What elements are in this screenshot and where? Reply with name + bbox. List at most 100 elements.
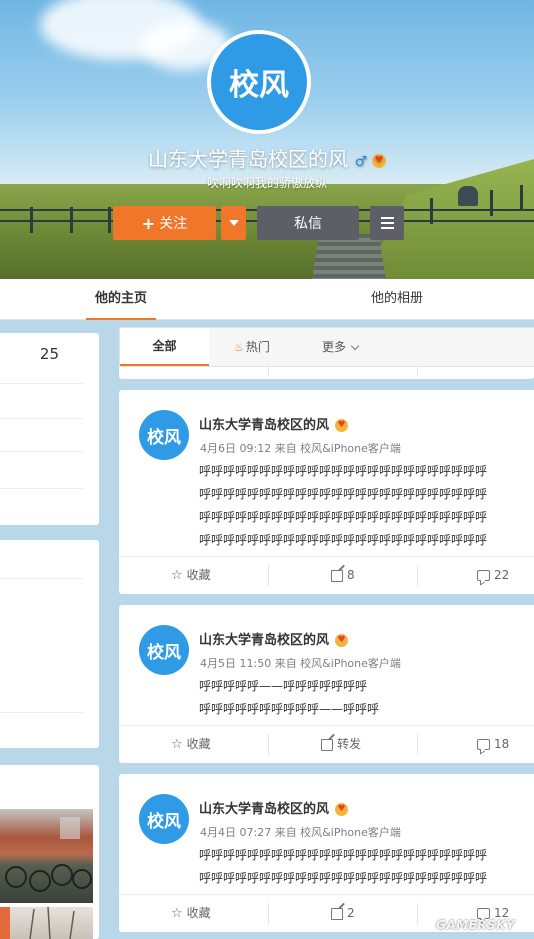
divider xyxy=(268,565,269,586)
repost-icon xyxy=(331,569,343,582)
post-text-line: 呼呼呼呼呼——呼呼呼呼呼呼呼 xyxy=(199,679,368,693)
fence-post xyxy=(430,198,433,224)
star-icon: ☆ xyxy=(171,568,183,583)
photo-thumbnail-bikes[interactable] xyxy=(0,809,93,903)
menu-line xyxy=(380,227,394,229)
info-card xyxy=(0,540,99,748)
chevron-down-icon xyxy=(350,341,360,351)
star-icon: ☆ xyxy=(171,737,183,752)
post-text-line: 呼呼呼呼呼呼呼呼呼呼呼呼呼呼呼呼呼呼呼呼呼呼呼呼 xyxy=(199,510,488,524)
post-card: 校风 山东大学青岛校区的风 ♥ 4月5日 11:50 来自 校风&iPhone客户… xyxy=(119,605,534,763)
favorite-label: 收藏 xyxy=(186,568,211,582)
male-icon: ♂ xyxy=(354,153,368,170)
post-text: 呼呼呼呼呼——呼呼呼呼呼呼呼 呼呼呼呼呼呼呼呼呼呼——呼呼呼 xyxy=(199,675,459,721)
stairs xyxy=(312,234,386,279)
repost-icon xyxy=(321,738,333,751)
profile-avatar[interactable]: 校风 xyxy=(207,30,311,134)
comment-count: 18 xyxy=(494,737,510,751)
follow-dropdown-button[interactable] xyxy=(221,206,246,240)
comment-icon xyxy=(477,739,490,750)
comment-button[interactable]: 18 xyxy=(477,726,509,763)
fence-post xyxy=(30,207,33,233)
feed-filter-bar: 全部 ♨ 热门 更多 xyxy=(119,327,534,367)
repost-button[interactable]: 2 xyxy=(331,895,355,932)
vip-emoji-icon: ♥ xyxy=(372,153,386,168)
post-card: 校风 山东大学青岛校区的风 ♥ 4月4日 07:27 来自 校风&iPhone客户… xyxy=(119,774,534,932)
favorite-label: 收藏 xyxy=(186,737,211,751)
repost-button[interactable]: 8 xyxy=(331,557,355,594)
vip-emoji-icon: ♥ xyxy=(335,419,349,432)
comment-icon xyxy=(477,570,490,581)
repost-icon xyxy=(331,907,343,920)
post-meta: 4月5日 11:50 来自 校风&iPhone客户端 xyxy=(200,657,401,670)
divider xyxy=(0,488,83,489)
follow-button[interactable]: + 关注 xyxy=(113,206,216,240)
post-actions: ☆ 收藏 转发 18 xyxy=(119,725,534,763)
menu-line xyxy=(380,222,394,224)
divider xyxy=(0,578,83,579)
profile-name-row: 山东大学青岛校区的风 ♂ ♥ xyxy=(0,143,534,172)
post-text-line: 呼呼呼呼呼呼呼呼呼呼呼呼呼呼呼呼呼呼呼呼呼呼呼呼 xyxy=(199,533,488,547)
vip-emoji-icon: ♥ xyxy=(335,803,349,816)
comment-count: 22 xyxy=(494,568,510,582)
comment-button[interactable]: 22 xyxy=(477,557,509,594)
post-author[interactable]: 山东大学青岛校区的风 ♥ xyxy=(199,629,349,648)
post-text: 呼呼呼呼呼呼呼呼呼呼呼呼呼呼呼呼呼呼呼呼呼呼呼呼 呼呼呼呼呼呼呼呼呼呼呼呼呼呼呼… xyxy=(199,844,488,890)
photo-card xyxy=(0,765,99,939)
fence-post xyxy=(70,207,73,233)
avatar-text: 校风 xyxy=(211,34,307,130)
profile-cover: 校风 山东大学青岛校区的风 ♂ ♥ 吹啊吹啊我的骄傲放纵 + 关注 私信 xyxy=(0,0,534,279)
divider xyxy=(417,734,418,755)
vip-emoji-icon: ♥ xyxy=(335,634,349,647)
message-label: 私信 xyxy=(294,216,322,232)
post-avatar[interactable]: 校风 xyxy=(139,410,189,460)
divider xyxy=(268,367,269,375)
post-text-line: 呼呼呼呼呼呼呼呼呼呼呼呼呼呼呼呼呼呼呼呼呼呼呼呼 xyxy=(199,464,488,478)
post-meta: 4月4日 07:27 来自 校风&iPhone客户端 xyxy=(200,826,401,839)
divider xyxy=(0,451,83,452)
tab-home[interactable]: 他的主页 xyxy=(86,279,156,320)
divider xyxy=(417,565,418,586)
post-author[interactable]: 山东大学青岛校区的风 ♥ xyxy=(199,414,349,433)
divider xyxy=(417,903,418,924)
repost-count: 8 xyxy=(347,568,355,582)
trees-icon xyxy=(0,907,75,939)
star-icon: ☆ xyxy=(171,906,183,921)
repost-count: 2 xyxy=(347,906,355,920)
favorite-button[interactable]: ☆ 收藏 xyxy=(171,557,211,594)
caret-down-icon xyxy=(228,220,239,226)
divider xyxy=(417,367,418,375)
watermark: GAMERSKY xyxy=(436,918,516,932)
photo-thumbnail-trees[interactable] xyxy=(0,907,93,939)
stat-count: 25 xyxy=(39,345,59,363)
fence-post xyxy=(490,190,493,216)
favorite-button[interactable]: ☆ 收藏 xyxy=(171,726,211,763)
tab-album[interactable]: 他的相册 xyxy=(360,279,434,320)
post-text-line: 呼呼呼呼呼呼呼呼呼呼呼呼呼呼呼呼呼呼呼呼呼呼呼呼 xyxy=(199,848,488,862)
post-meta: 4月6日 09:12 来自 校风&iPhone客户端 xyxy=(200,442,401,455)
filter-all[interactable]: 全部 xyxy=(120,328,209,366)
post-text-line: 呼呼呼呼呼呼呼呼呼呼呼呼呼呼呼呼呼呼呼呼呼呼呼呼 xyxy=(199,871,488,885)
profile-name: 山东大学青岛校区的风 xyxy=(148,147,348,171)
favorite-label: 收藏 xyxy=(186,906,211,920)
repost-button[interactable]: 转发 xyxy=(321,726,361,763)
post-actions: ☆ 收藏 8 22 xyxy=(119,556,534,594)
post-avatar[interactable]: 校风 xyxy=(139,625,189,675)
post-avatar[interactable]: 校风 xyxy=(139,794,189,844)
bikes-icon xyxy=(5,817,92,892)
post-text-line: 呼呼呼呼呼呼呼呼呼呼呼呼呼呼呼呼呼呼呼呼呼呼呼呼 xyxy=(199,487,488,501)
profile-tabbar: 他的主页 他的相册 xyxy=(0,279,534,320)
message-button[interactable]: 私信 xyxy=(257,206,359,240)
divider xyxy=(268,734,269,755)
post-author-name: 山东大学青岛校区的风 xyxy=(199,802,330,817)
favorite-button[interactable]: ☆ 收藏 xyxy=(171,895,211,932)
divider xyxy=(268,903,269,924)
follow-label: 关注 xyxy=(159,216,188,232)
post-author-name: 山东大学青岛校区的风 xyxy=(199,633,330,648)
filter-hot[interactable]: ♨ 热门 xyxy=(234,328,270,366)
more-menu-button[interactable] xyxy=(370,206,404,240)
post-author[interactable]: 山东大学青岛校区的风 ♥ xyxy=(199,798,349,817)
stats-card: 25 xyxy=(0,333,99,525)
post-text-line: 呼呼呼呼呼呼呼呼呼呼——呼呼呼 xyxy=(199,702,380,716)
filter-more[interactable]: 更多 xyxy=(322,328,360,366)
